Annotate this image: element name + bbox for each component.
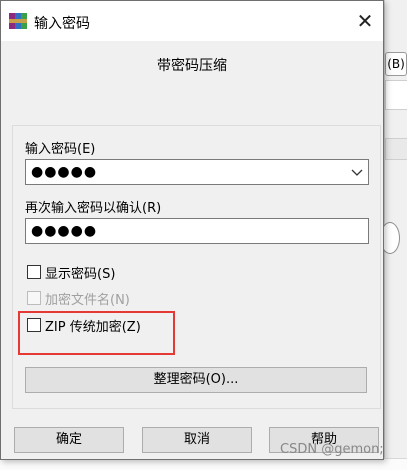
password-dialog: 输入密码 ✕ 带密码压缩 输入密码(E) ●●●●● 再次输入密码以确认(R) …: [0, 0, 384, 460]
highlight-box: [18, 311, 175, 355]
title-bar[interactable]: 输入密码 ✕: [1, 1, 383, 41]
encrypt-filenames-checkbox: [27, 291, 41, 305]
organize-passwords-button[interactable]: 整理密码(O)...: [25, 367, 367, 393]
confirm-password-value: ●●●●●: [31, 223, 98, 239]
show-password-checkbox[interactable]: [27, 265, 41, 279]
close-icon[interactable]: ✕: [351, 7, 379, 35]
winrar-app-icon: [9, 13, 27, 29]
background-field: [385, 80, 407, 110]
password-value: ●●●●●: [31, 164, 98, 180]
watermark: CSDN @gemon;: [280, 442, 384, 457]
dialog-title: 输入密码: [34, 16, 90, 32]
background-b-button[interactable]: (B): [385, 52, 407, 76]
cancel-button[interactable]: 取消: [142, 427, 252, 453]
section-heading: 带密码压缩: [157, 58, 227, 74]
ok-button[interactable]: 确定: [14, 427, 124, 453]
show-password-label[interactable]: 显示密码(S): [45, 263, 115, 282]
confirm-password-field[interactable]: ●●●●●: [25, 218, 369, 244]
password-combobox[interactable]: ●●●●●: [25, 159, 369, 185]
background-header: [385, 138, 407, 160]
chevron-down-icon[interactable]: [350, 165, 364, 179]
enter-password-label: 输入密码(E): [25, 142, 96, 157]
confirm-password-label: 再次输入密码以确认(R): [25, 201, 162, 216]
encrypt-filenames-label: 加密文件名(N): [45, 293, 130, 308]
